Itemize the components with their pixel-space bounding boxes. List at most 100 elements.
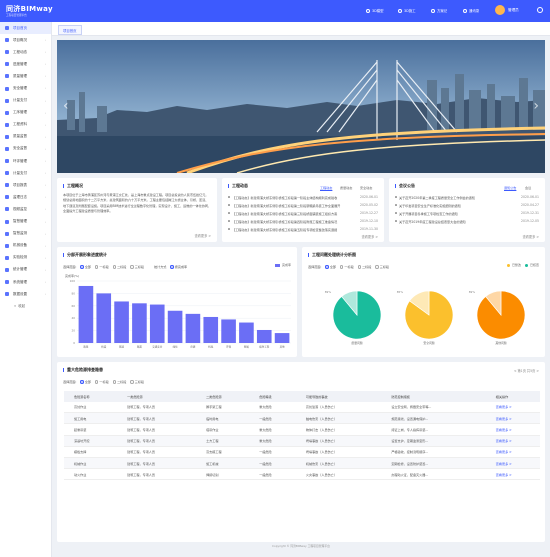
news-tab-engineering[interactable]: 工程动态 <box>320 185 332 190</box>
table-cell: 一般危险 <box>249 446 296 458</box>
sidebar-item-log[interactable]: 监理日志 › <box>0 191 51 203</box>
filter-all[interactable]: 全部 <box>80 264 91 269</box>
bar[interactable] <box>185 313 201 343</box>
avatar[interactable] <box>495 5 505 15</box>
radio-icon <box>95 265 99 269</box>
table-cell: 触电伤害（人员伤亡） <box>295 412 382 425</box>
sidebar-item-quality[interactable]: 质量管理 › <box>0 70 51 82</box>
filter-section-1[interactable]: 一标段 <box>95 379 109 384</box>
bar[interactable] <box>221 319 236 343</box>
meetings-more-link[interactable]: 查看更多 > <box>523 234 539 239</box>
nav-3d-model[interactable]: 3D模型 <box>366 8 384 13</box>
sidebar-item-payment[interactable]: 计量支付 › <box>0 95 51 107</box>
filter-label: 选择范围: <box>308 265 322 269</box>
sidebar-item-monitoring[interactable]: 智慧监测 › <box>0 228 51 240</box>
bar[interactable] <box>274 333 290 343</box>
bar[interactable] <box>132 303 147 343</box>
chevron-right-icon: › <box>44 38 46 43</box>
bar[interactable] <box>96 293 112 343</box>
hazard-title: 重大危险源排查隐患 <box>63 367 103 373</box>
sidebar-item-video[interactable]: 视频监控 › <box>0 203 51 215</box>
list-item[interactable]: 【工程动态】新建南浦大桥东侧引桥施工标段第五阶段专项检查整改落实通报 2019-1… <box>228 225 378 234</box>
view-more-link[interactable]: 查看更多 > <box>485 401 540 414</box>
meetings-tab-notice[interactable]: 通知公告 <box>504 185 516 190</box>
news-more-link[interactable]: 查看更多 > <box>362 234 378 239</box>
sidebar-item-quality-supervision[interactable]: 质量监督 › <box>0 131 51 143</box>
sidebar-item-process[interactable]: 工序管理 › <box>0 107 51 119</box>
y-tick-label: 0 <box>73 341 75 345</box>
bar[interactable] <box>149 304 165 343</box>
bar[interactable] <box>239 322 254 343</box>
news-tab-safety[interactable]: 安全动态 <box>360 185 372 190</box>
progress-chart-card: 分部开展形象进度统计 选择范围: 全部 一标段 二标段 三标段 统计方式 按完成… <box>57 247 297 357</box>
bar[interactable] <box>167 310 183 343</box>
filter-section-1[interactable]: 一标段 <box>95 264 109 269</box>
x-tick-label: 路面 <box>137 345 143 349</box>
sidebar-item-safety-supervision[interactable]: 安全监督 › <box>0 143 51 155</box>
view-more-link[interactable]: 查看更多 > <box>485 423 540 436</box>
view-more-link[interactable]: 查看更多 > <box>485 446 540 458</box>
sidebar-item-metering[interactable]: 计量支付 › <box>0 167 51 179</box>
stat-mode-option[interactable]: 按完成率 <box>170 264 187 269</box>
filter-section-2[interactable]: 二标段 <box>112 264 126 269</box>
filter-section-2[interactable]: 二标段 <box>357 264 371 269</box>
user-name[interactable]: 管理员 <box>508 8 519 13</box>
sidebar-item-label: 智慧管理 <box>13 219 27 224</box>
sidebar-item-label: 工序管理 <box>13 110 27 115</box>
table-cell: 施工用电 <box>64 412 118 425</box>
sidebar-item-safety[interactable]: 安全管理 › <box>0 82 51 94</box>
power-icon[interactable] <box>537 7 543 13</box>
sidebar-item-statistics[interactable]: 统计管理 › <box>0 264 51 276</box>
meetings-title: 会议公告 <box>395 183 415 189</box>
filter-all[interactable]: 全部 <box>80 379 91 384</box>
nav-contacts[interactable]: 通讯录 <box>463 8 479 13</box>
sidebar-item-home[interactable]: 项目首页 <box>0 22 51 35</box>
sidebar-collapse-button[interactable]: «收起 <box>0 300 51 312</box>
progress-filters: 选择范围: 全部 一标段 二标段 三标段 统计方式 按完成率 <box>63 264 187 269</box>
view-more-link[interactable]: 查看更多 > <box>485 435 540 447</box>
chevron-right-icon: › <box>44 279 46 284</box>
sidebar-item-overview[interactable]: 项目概况 › <box>0 34 51 46</box>
filter-all[interactable]: 全部 <box>325 264 336 269</box>
banner-next-arrow[interactable]: › <box>533 98 539 114</box>
sidebar-item-lab[interactable]: 实验检测 › <box>0 252 51 264</box>
bar[interactable] <box>203 316 219 343</box>
view-more-link[interactable]: 查看更多 > <box>485 457 540 470</box>
chevron-right-icon: › <box>44 243 46 248</box>
chevron-right-icon: › <box>44 110 46 115</box>
nav-label: 3D施工 <box>404 9 416 13</box>
view-more-link[interactable]: 查看更多 > <box>485 468 540 481</box>
tab-home[interactable]: 项目首页 <box>58 25 82 35</box>
filter-section-1[interactable]: 一标段 <box>340 264 354 269</box>
sidebar-item-progress[interactable]: 进度管理 › <box>0 58 51 70</box>
bar[interactable] <box>78 285 94 343</box>
news-tab-quality[interactable]: 质量动态 <box>340 185 352 190</box>
banner-prev-arrow[interactable]: ‹ <box>63 98 69 114</box>
sidebar-item-label: 实验检测 <box>13 255 27 260</box>
sidebar-item-news[interactable]: 工程动态 › <box>0 46 51 58</box>
list-item[interactable]: 关于召开2019年度工程建设总结表彰大会的通知 2019-12-05 <box>395 217 539 226</box>
leaf-icon <box>5 159 9 164</box>
sidebar-item-documents[interactable]: 工程资料 › <box>0 119 51 131</box>
nav-document[interactable]: 方案记 <box>431 8 447 13</box>
filter-section-3[interactable]: 三标段 <box>375 264 389 269</box>
filter-section-3[interactable]: 三标段 <box>130 379 144 384</box>
filter-section-3[interactable]: 三标段 <box>130 264 144 269</box>
sidebar-item-system[interactable]: 系统管理 › <box>0 276 51 288</box>
chevron-right-icon: › <box>44 146 46 151</box>
hazard-pagination[interactable]: < 第1页 共5页 > <box>514 368 539 373</box>
bar[interactable] <box>114 301 129 343</box>
table-cell: 定期检修，设置防护装置... <box>381 457 486 470</box>
bar[interactable] <box>256 329 272 343</box>
sidebar-item-data-settings[interactable]: 数据设置 › <box>0 288 51 300</box>
sidebar-item-environment[interactable]: 环评管理 › <box>0 155 51 167</box>
x-tick-label: 机电 <box>208 345 214 349</box>
sidebar-item-reports[interactable]: 项目报表 › <box>0 179 51 191</box>
filter-section-2[interactable]: 二标段 <box>112 379 126 384</box>
sidebar-item-smart-management[interactable]: 智慧管理 › <box>0 216 51 228</box>
nav-3d-construction[interactable]: 3D施工 <box>398 8 416 13</box>
view-more-link[interactable]: 查看更多 > <box>485 412 540 425</box>
overview-more-link[interactable]: 查看更多 > <box>195 233 211 238</box>
sidebar-item-equipment[interactable]: 机械设备 › <box>0 240 51 252</box>
meetings-tab-meeting[interactable]: 会议 <box>525 185 531 190</box>
